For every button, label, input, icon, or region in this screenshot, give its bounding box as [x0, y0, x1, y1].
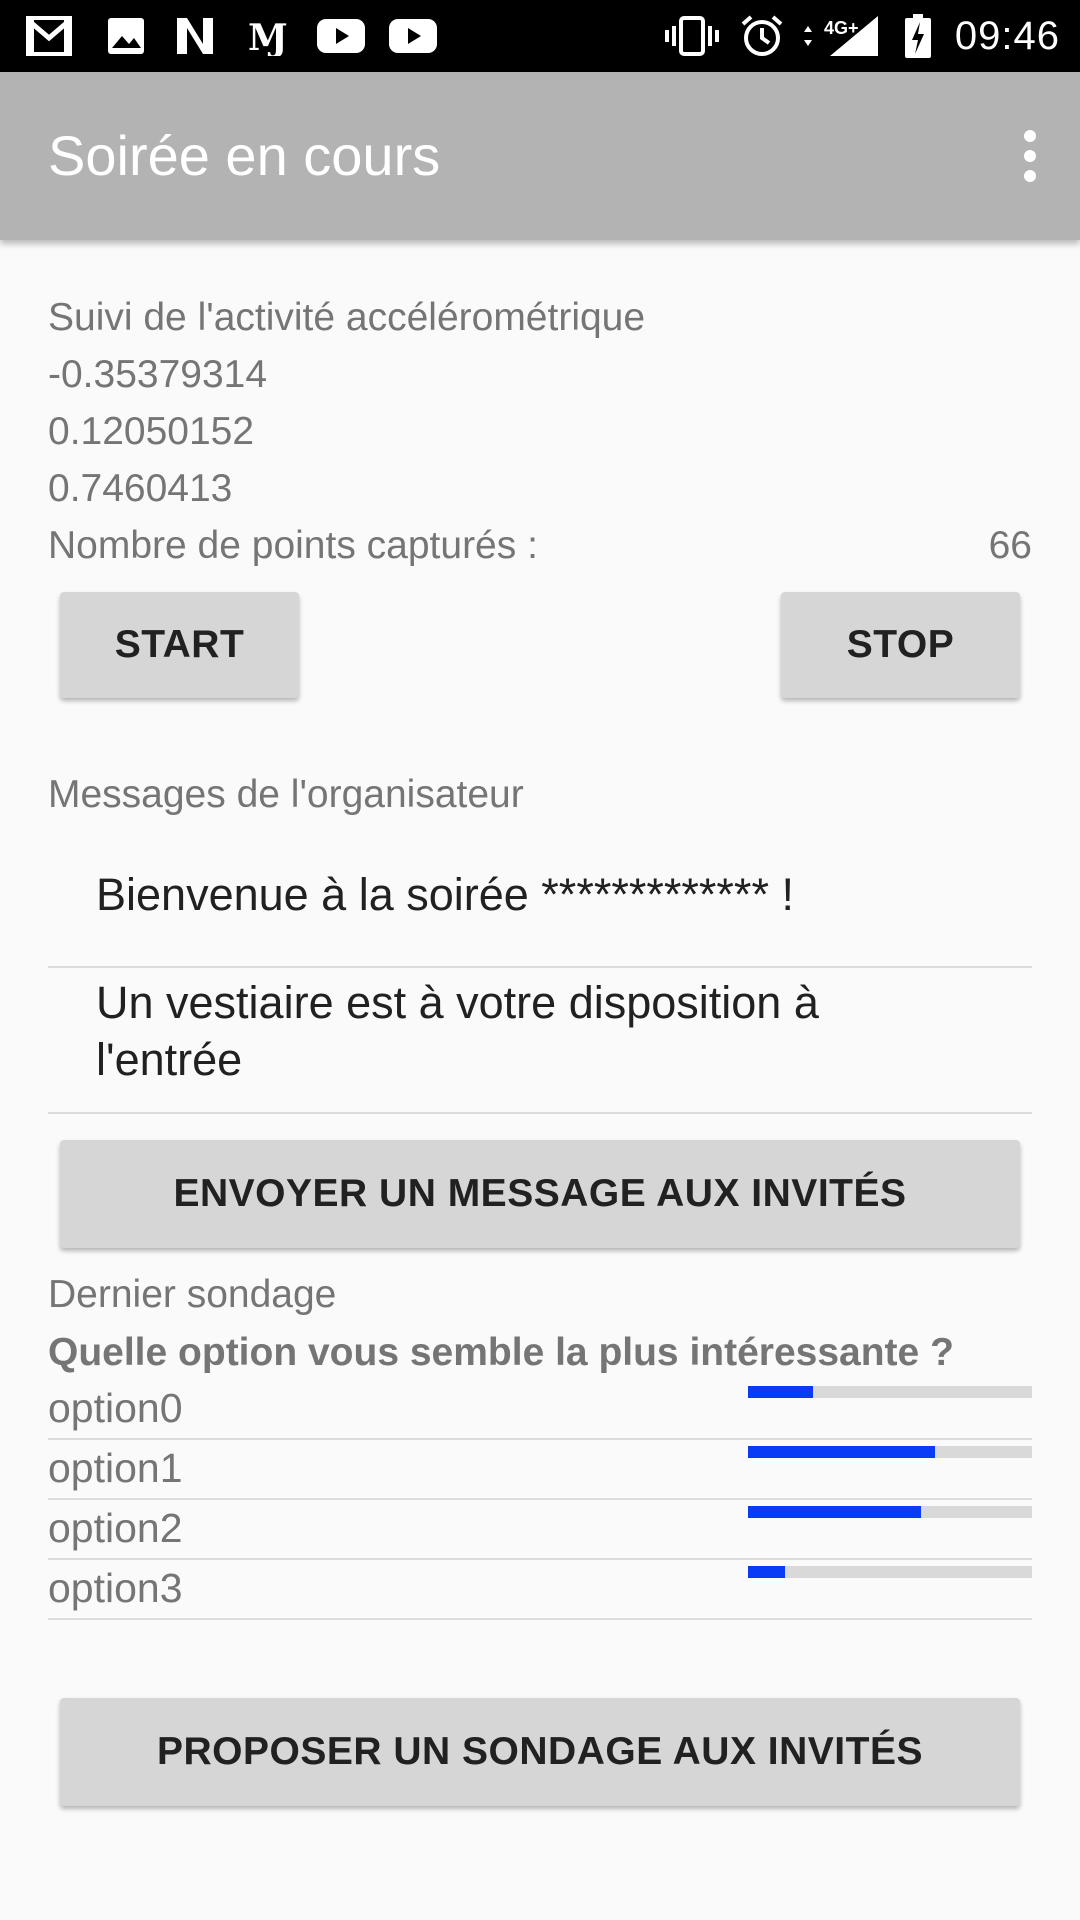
accelerometer-heading: Suivi de l'activité accélérométrique	[48, 296, 646, 339]
gmail-icon	[26, 14, 72, 58]
status-bar: Ɱ 4G+ 09:46	[0, 0, 1080, 72]
overflow-menu-icon[interactable]	[998, 116, 1062, 196]
poll-progress-fill	[748, 1386, 814, 1398]
messages-heading: Messages de l'organisateur	[48, 773, 524, 816]
svg-text:4G+: 4G+	[824, 18, 859, 38]
app-bar: Soirée en cours	[0, 72, 1080, 240]
youtube-icon	[316, 14, 366, 58]
poll-progress-bar	[748, 1506, 1032, 1518]
poll-progress-bar	[748, 1446, 1032, 1458]
poll-option-row: option0	[48, 1380, 1032, 1440]
youtube-icon	[388, 14, 438, 58]
battery-charging-icon	[900, 14, 936, 58]
netflix-icon	[172, 14, 218, 58]
poll-progress-fill	[748, 1446, 936, 1458]
accel-x-value: -0.35379314	[48, 353, 268, 396]
poll-progress-bar	[748, 1566, 1032, 1578]
page-title: Soirée en cours	[48, 124, 441, 187]
svg-text:Ɱ: Ɱ	[248, 17, 288, 56]
list-item[interactable]: Un vestiaire est à votre disposition à l…	[48, 968, 1032, 1114]
send-message-button[interactable]: ENVOYER UN MESSAGE AUX INVITÉS	[60, 1140, 1020, 1248]
poll-progress-fill	[748, 1506, 922, 1518]
poll-question: Quelle option vous semble la plus intére…	[48, 1331, 954, 1374]
poll-option-label: option0	[48, 1385, 183, 1431]
poll-option-row: option2	[48, 1500, 1032, 1560]
start-button[interactable]: START	[60, 592, 299, 698]
accel-z-value: 0.7460413	[48, 467, 233, 510]
poll-option-label: option1	[48, 1445, 183, 1491]
message-text: Bienvenue à la soirée ************* !	[96, 869, 794, 920]
le-monde-icon: Ɱ	[246, 14, 294, 58]
poll-option-label: option2	[48, 1505, 183, 1551]
poll-option-row: option3	[48, 1560, 1032, 1620]
poll-progress-fill	[748, 1566, 785, 1578]
poll-progress-bar	[748, 1386, 1032, 1398]
points-label: Nombre de points capturés :	[48, 524, 538, 567]
poll-heading: Dernier sondage	[48, 1273, 337, 1316]
stop-button[interactable]: STOP	[781, 592, 1020, 698]
vibrate-icon	[664, 14, 720, 58]
gallery-icon	[104, 14, 148, 58]
points-count: 66	[988, 524, 1032, 567]
signal-icon: 4G+	[800, 14, 882, 58]
clock: 09:46	[954, 14, 1060, 58]
accel-y-value: 0.12050152	[48, 410, 255, 453]
alarm-icon	[738, 14, 786, 58]
poll-option-row: option1	[48, 1440, 1032, 1500]
poll-option-label: option3	[48, 1565, 183, 1611]
list-item[interactable]: Bienvenue à la soirée ************* !	[48, 848, 1032, 968]
message-text: Un vestiaire est à votre disposition à l…	[96, 977, 819, 1085]
propose-poll-button[interactable]: PROPOSER UN SONDAGE AUX INVITÉS	[60, 1698, 1020, 1806]
